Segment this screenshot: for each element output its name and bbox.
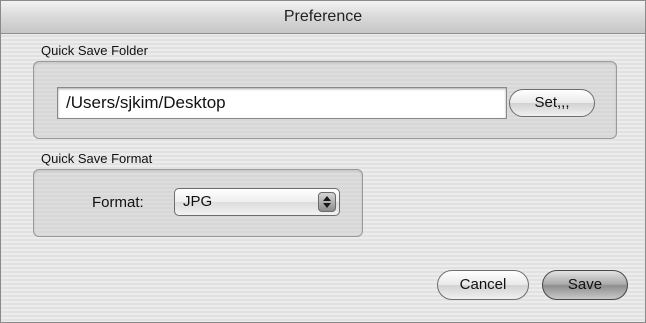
quick-save-folder-label: Quick Save Folder bbox=[41, 43, 148, 58]
cancel-button[interactable]: Cancel bbox=[437, 270, 529, 300]
format-label: Format: bbox=[92, 194, 144, 211]
format-select-value: JPG bbox=[183, 193, 213, 210]
quick-save-format-group: Format: JPG bbox=[33, 169, 363, 237]
format-select[interactable]: JPG bbox=[174, 188, 340, 216]
updown-arrows-icon bbox=[318, 192, 336, 212]
window-titlebar[interactable]: Preference bbox=[1, 1, 645, 34]
window-title: Preference bbox=[283, 8, 363, 25]
quick-save-folder-group: /Users/sjkim/Desktop Set,,, bbox=[33, 61, 617, 139]
set-folder-button[interactable]: Set,,, bbox=[509, 89, 595, 117]
folder-path-field[interactable]: /Users/sjkim/Desktop bbox=[57, 87, 507, 119]
preference-window: Preference Quick Save Folder /Users/sjki… bbox=[0, 0, 646, 323]
quick-save-format-label: Quick Save Format bbox=[41, 151, 153, 166]
save-button[interactable]: Save bbox=[542, 270, 628, 300]
